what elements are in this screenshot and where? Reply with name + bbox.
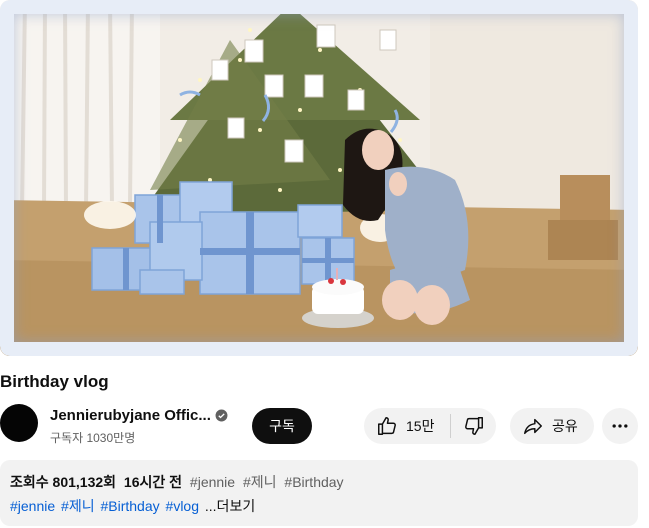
upload-time: 16시간 전 [123,474,183,490]
more-actions-button[interactable] [602,408,638,444]
share-button[interactable]: 공유 [510,408,594,444]
hashtag-link[interactable]: #Birthday [100,498,159,514]
channel-avatar[interactable] [0,404,38,442]
meta-tag[interactable]: #제니 [243,474,277,490]
meta-tag[interactable]: #jennie [190,474,235,490]
channel-name[interactable]: Jennierubyjane Offic... [50,407,211,424]
hashtag-link[interactable]: #제니 [61,498,95,514]
like-button[interactable]: 15만 [364,408,450,444]
description-text: #jennie #제니 #Birthday #vlog ...더보기 [10,496,255,516]
share-label: 공유 [552,418,578,434]
subscriber-count: 구독자 1030만명 [50,431,136,445]
description-meta: 조회수 801,132회 16시간 전 #jennie #제니 #Birthda… [10,472,344,492]
show-more-link[interactable]: ...더보기 [205,498,255,514]
like-count: 15만 [406,418,435,434]
more-horizontal-icon [612,424,628,428]
like-dislike-group: 15만 [364,408,496,444]
share-icon [524,418,542,435]
view-count: 조회수 801,132회 [10,474,117,490]
description-box[interactable]: 조회수 801,132회 16시간 전 #jennie #제니 #Birthda… [0,460,638,526]
thumbs-up-icon [378,417,396,435]
verified-icon [215,409,228,422]
video-player[interactable] [0,0,638,356]
hashtag-link[interactable]: #vlog [166,498,199,514]
hashtag-link[interactable]: #jennie [10,498,55,514]
subscribe-button[interactable]: 구독 [252,408,312,444]
dislike-button[interactable] [451,408,496,444]
meta-tag[interactable]: #Birthday [284,474,343,490]
video-frame [0,0,638,356]
thumbs-down-icon [464,417,483,435]
video-title: Birthday vlog [0,372,109,391]
